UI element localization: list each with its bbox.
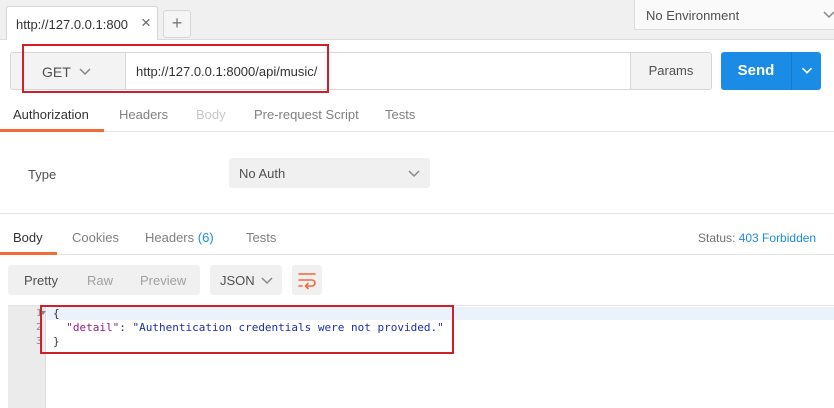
chevron-down-icon [801, 67, 813, 74]
status-label: Status: [698, 231, 736, 245]
headers-count: (6) [197, 230, 214, 245]
wrap-lines-button[interactable] [292, 265, 322, 295]
wrap-lines-icon [298, 273, 316, 290]
response-tab-tests[interactable]: Tests [246, 230, 276, 245]
view-mode-toggle: Pretty Raw Preview [8, 265, 200, 295]
chevron-down-icon [823, 11, 834, 19]
auth-type-select[interactable]: No Auth [229, 158, 430, 188]
active-tab-indicator [0, 252, 57, 255]
request-tab-title: http://127.0.0.1:8000/api/music/ [16, 17, 128, 32]
request-tabs: Authorization Headers Body Pre-request S… [0, 100, 834, 132]
tab-tests[interactable]: Tests [385, 107, 415, 122]
tab-authorization[interactable]: Authorization [13, 107, 89, 122]
send-options-button[interactable] [791, 52, 821, 90]
new-tab-button[interactable]: + [163, 10, 191, 38]
environment-select[interactable]: No Environment [634, 0, 834, 30]
highlight-box-request [22, 44, 329, 93]
format-select[interactable]: JSON [210, 265, 282, 295]
highlight-box-response [40, 305, 454, 354]
response-tab-headers[interactable]: Headers (6) [145, 230, 214, 245]
tab-body[interactable]: Body [196, 107, 226, 122]
view-preview[interactable]: Preview [140, 273, 186, 288]
format-label: JSON [220, 273, 255, 288]
close-icon[interactable]: × [138, 14, 154, 32]
response-tab-headers-label: Headers [145, 230, 195, 245]
line-number: 3 [35, 336, 42, 347]
tab-headers[interactable]: Headers [119, 107, 168, 122]
active-tab-indicator [0, 129, 104, 132]
line-number: 2 [35, 322, 42, 333]
response-status: Status: 403 Forbidden [698, 231, 816, 245]
tab-pre-request-script[interactable]: Pre-request Script [254, 107, 359, 122]
chevron-down-icon [408, 170, 420, 178]
request-tab[interactable]: http://127.0.0.1:8000/api/music/ × [6, 6, 158, 40]
environment-label: No Environment [646, 8, 740, 23]
view-pretty[interactable]: Pretty [24, 273, 58, 288]
send-button[interactable]: Send [721, 52, 791, 90]
request-tab-strip: http://127.0.0.1:8000/api/music/ × + No … [0, 0, 834, 40]
params-button[interactable]: Params [630, 52, 712, 90]
section-divider [0, 213, 834, 214]
line-number: 1 [35, 308, 42, 319]
auth-type-label: Type [28, 167, 57, 182]
status-value: 403 Forbidden [738, 231, 817, 245]
view-raw[interactable]: Raw [87, 273, 113, 288]
response-tab-body[interactable]: Body [13, 230, 43, 245]
response-tab-cookies[interactable]: Cookies [72, 230, 119, 245]
auth-type-value: No Auth [239, 166, 286, 181]
chevron-down-icon [261, 277, 273, 285]
